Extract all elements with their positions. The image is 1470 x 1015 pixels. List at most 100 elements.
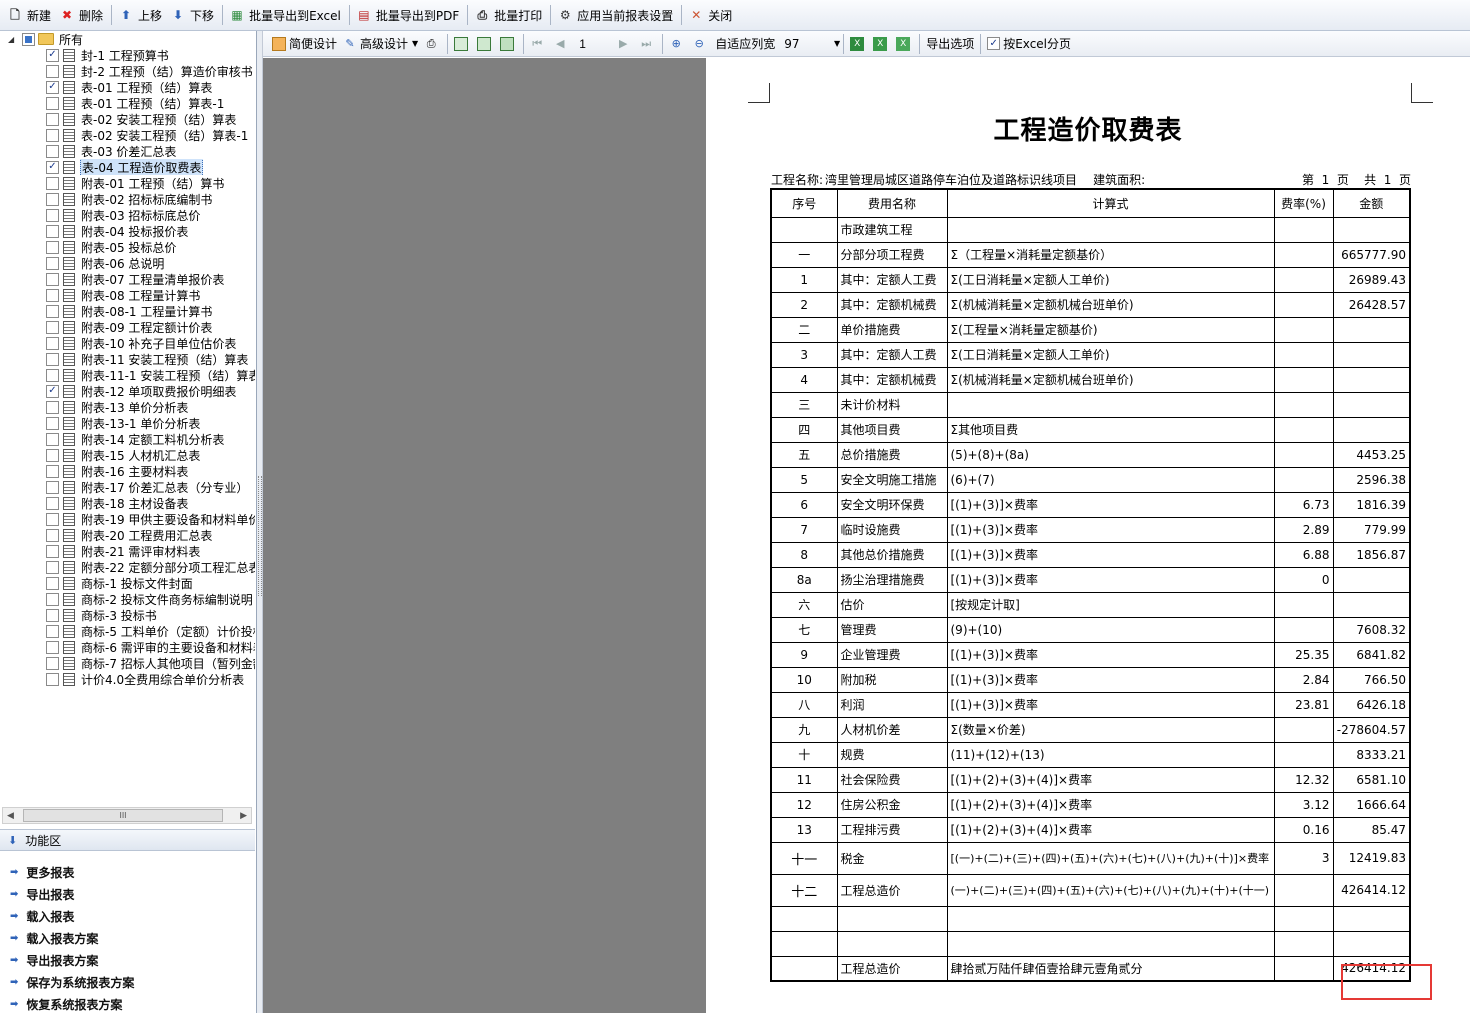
tree-item[interactable]: 表-02 安装工程预（结）算表-1 xyxy=(0,127,255,143)
tree-item[interactable]: 封-1 工程预算书 xyxy=(0,47,255,63)
tree-item[interactable]: 附表-17 价差汇总表（分专业） xyxy=(0,479,255,495)
tree-item[interactable]: 商标-7 招标人其他项目（暂列金额） xyxy=(0,655,255,671)
toolbar-button-4[interactable]: ▦ 批量导出到Excel xyxy=(226,3,344,27)
tree-root-checkbox[interactable] xyxy=(22,32,35,46)
tree-item[interactable]: 附表-20 工程费用汇总表 xyxy=(0,527,255,543)
tree-item[interactable]: 附表-13 单价分析表 xyxy=(0,399,255,415)
export-excel-button[interactable]: X xyxy=(847,33,870,55)
function-item[interactable]: ➡ 导出报表 xyxy=(0,883,255,905)
toolbar-button-2[interactable]: ⬆ 上移 xyxy=(115,3,165,27)
tree-item-checkbox[interactable] xyxy=(46,640,59,654)
tree-item[interactable]: 附表-07 工程量清单报价表 xyxy=(0,271,255,287)
tree-item[interactable]: 附表-22 定额分部分项工程汇总表 xyxy=(0,559,255,575)
export-excel-multi-button[interactable]: X xyxy=(893,33,916,55)
tree-item[interactable]: 商标-6 需评审的主要设备和材料表 xyxy=(0,639,255,655)
tree-item-checkbox[interactable] xyxy=(46,560,59,574)
simple-design-button[interactable]: 简便设计 xyxy=(269,33,340,55)
tree-item-checkbox[interactable] xyxy=(46,624,59,638)
tree-item-checkbox[interactable] xyxy=(46,304,59,318)
tree-item[interactable]: 表-04 工程造价取费表 xyxy=(0,159,255,175)
tree-item[interactable]: 附表-21 需评审材料表 xyxy=(0,543,255,559)
advanced-design-button[interactable]: ✎ 高级设计 ▼ xyxy=(340,33,421,55)
tree-item[interactable]: 附表-03 招标标底总价 xyxy=(0,207,255,223)
tree-item-checkbox[interactable] xyxy=(46,672,59,686)
function-item[interactable]: ➡ 恢复系统报表方案 xyxy=(0,993,255,1015)
multi-page-button[interactable] xyxy=(497,33,520,55)
toolbar-button-0[interactable]: 🗋 新建 xyxy=(4,3,54,27)
tree-item[interactable]: 附表-11-1 安装工程预（结）算表 xyxy=(0,367,255,383)
print-button[interactable]: ⎙ xyxy=(421,33,444,55)
tree-item-checkbox[interactable] xyxy=(46,192,59,206)
toolbar-button-6[interactable]: ⎙ 批量打印 xyxy=(471,3,545,27)
tree-item-checkbox[interactable] xyxy=(46,128,59,142)
tree-item[interactable]: 附表-12 单项取费报价明细表 xyxy=(0,383,255,399)
tree-item[interactable]: 附表-11 安装工程预（结）算表 xyxy=(0,351,255,367)
tree-item-checkbox[interactable] xyxy=(46,48,59,62)
function-item[interactable]: ➡ 导出报表方案 xyxy=(0,949,255,971)
tree-item-checkbox[interactable] xyxy=(46,272,59,286)
tree-item-checkbox[interactable] xyxy=(46,64,59,78)
tree-item-checkbox[interactable] xyxy=(46,224,59,238)
tree-item[interactable]: 附表-08-1 工程量计算书 xyxy=(0,303,255,319)
next-page-button[interactable]: ▶ xyxy=(613,33,636,55)
tree-item-checkbox[interactable] xyxy=(46,544,59,558)
last-page-button[interactable]: ⏭ xyxy=(636,33,659,55)
tree-item-checkbox[interactable] xyxy=(46,432,59,446)
tree-item-checkbox[interactable] xyxy=(46,416,59,430)
tree-item-checkbox[interactable] xyxy=(46,448,59,462)
tree-item[interactable]: 商标-3 投标书 xyxy=(0,607,255,623)
tree-item[interactable]: 附表-10 补充子目单位估价表 xyxy=(0,335,255,351)
tree-item[interactable]: 附表-19 甲供主要设备和材料单价表 xyxy=(0,511,255,527)
splitter-grip[interactable] xyxy=(258,476,262,596)
tree-item-checkbox[interactable] xyxy=(46,528,59,542)
tree-item[interactable]: 商标-1 投标文件封面 xyxy=(0,575,255,591)
toolbar-button-3[interactable]: ⬇ 下移 xyxy=(167,3,217,27)
function-item[interactable]: ➡ 更多报表 xyxy=(0,861,255,883)
first-page-button[interactable]: ⏮ xyxy=(527,33,550,55)
dropdown-arrow-icon[interactable]: ▼ xyxy=(834,39,840,48)
dropdown-arrow-icon[interactable]: ▼ xyxy=(412,39,418,48)
function-item[interactable]: ➡ 载入报表方案 xyxy=(0,927,255,949)
tree-item[interactable]: 附表-08 工程量计算书 xyxy=(0,287,255,303)
tree-root[interactable]: ◢ 所有 xyxy=(0,31,255,47)
function-item[interactable]: ➡ 载入报表 xyxy=(0,905,255,927)
tree-item-checkbox[interactable] xyxy=(46,480,59,494)
toolbar-button-8[interactable]: ✕ 关闭 xyxy=(685,3,735,27)
function-panel-header[interactable]: ⬇ 功能区 xyxy=(0,829,255,851)
tree-item[interactable]: 附表-02 招标标底编制书 xyxy=(0,191,255,207)
tree-item-checkbox[interactable] xyxy=(46,336,59,350)
zoom-in-button[interactable]: ⊕ xyxy=(666,33,689,55)
tree-item-checkbox[interactable] xyxy=(46,384,59,398)
tree-item-checkbox[interactable] xyxy=(46,352,59,366)
toolbar-button-7[interactable]: ⚙ 应用当前报表设置 xyxy=(554,3,676,27)
scroll-right-icon[interactable]: ▶ xyxy=(240,811,247,821)
tree-item[interactable]: 表-02 安装工程预（结）算表 xyxy=(0,111,255,127)
export-excel-alt-button[interactable]: X xyxy=(870,33,893,55)
tree-item-checkbox[interactable] xyxy=(46,464,59,478)
tree-item-checkbox[interactable] xyxy=(46,496,59,510)
scroll-left-icon[interactable]: ◀ xyxy=(7,811,14,821)
tree-item-checkbox[interactable] xyxy=(46,592,59,606)
excel-paging-checkbox[interactable] xyxy=(987,37,1001,50)
tree-item[interactable]: 附表-06 总说明 xyxy=(0,255,255,271)
report-tree[interactable]: ◢ 所有 封-1 工程预算书封-2 工程预（结）算造价审核书表-01 工程预（结… xyxy=(0,31,255,807)
toolbar-button-5[interactable]: ▤ 批量导出到PDF xyxy=(353,3,462,27)
two-page-button[interactable] xyxy=(474,33,497,55)
tree-item[interactable]: 商标-5 工料单价（定额）计价投标报价表 xyxy=(0,623,255,639)
tree-item[interactable]: 附表-05 投标总价 xyxy=(0,239,255,255)
tree-item[interactable]: 计价4.0全费用综合单价分析表 xyxy=(0,671,255,687)
tree-item[interactable]: 附表-16 主要材料表 xyxy=(0,463,255,479)
tree-item[interactable]: 附表-04 投标报价表 xyxy=(0,223,255,239)
tree-item-checkbox[interactable] xyxy=(46,176,59,190)
tree-item-checkbox[interactable] xyxy=(46,320,59,334)
tree-item-checkbox[interactable] xyxy=(46,144,59,158)
fit-width-button[interactable]: 自适应列宽 xyxy=(712,33,778,55)
tree-item-checkbox[interactable] xyxy=(46,96,59,110)
tree-item-checkbox[interactable] xyxy=(46,576,59,590)
tree-item[interactable]: 附表-14 定额工料机分析表 xyxy=(0,431,255,447)
tree-item-checkbox[interactable] xyxy=(46,400,59,414)
tree-item-checkbox[interactable] xyxy=(46,240,59,254)
tree-item-checkbox[interactable] xyxy=(46,512,59,526)
toolbar-button-1[interactable]: ✖ 删除 xyxy=(56,3,106,27)
tree-item-checkbox[interactable] xyxy=(46,368,59,382)
